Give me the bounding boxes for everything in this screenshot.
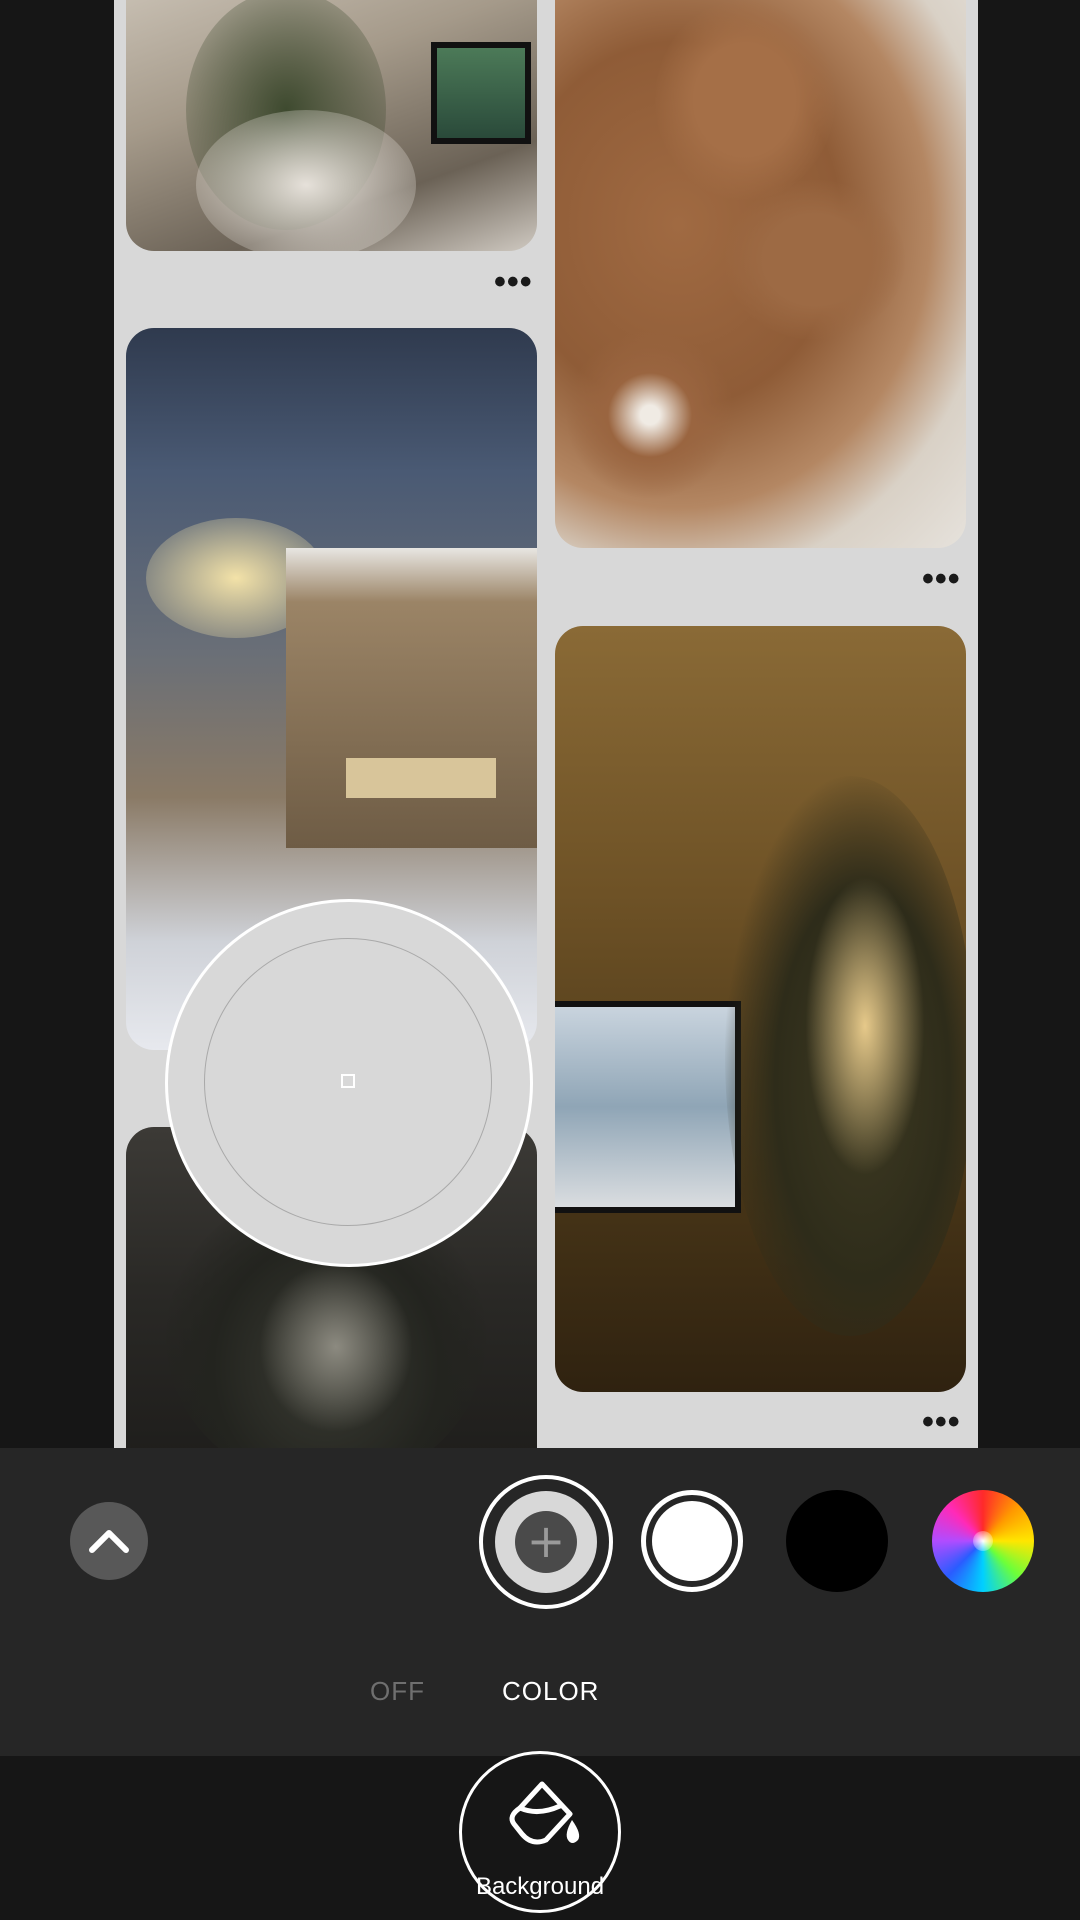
chevron-up-button[interactable] [70, 1502, 148, 1580]
crosshair-target-icon [341, 1074, 355, 1088]
pin-menu-icon[interactable]: ••• [922, 562, 961, 596]
plus-icon: + [526, 1514, 566, 1568]
black-color-swatch[interactable] [786, 1490, 888, 1592]
mode-off-tab[interactable]: OFF [370, 1676, 425, 1707]
mode-color-tab[interactable]: COLOR [502, 1676, 599, 1707]
background-tool-label: Background [475, 1873, 605, 1900]
pin-menu-icon[interactable]: ••• [922, 1405, 961, 1439]
pin-image-living-room-tree[interactable] [555, 626, 966, 1392]
chevron-up-icon [89, 1530, 129, 1553]
white-color-swatch[interactable] [641, 1490, 743, 1592]
pin-menu-icon[interactable]: ••• [494, 265, 533, 299]
pin-image-cozy-room[interactable] [126, 0, 537, 251]
color-wheel-hub [973, 1531, 993, 1551]
add-color-swatch[interactable]: + [479, 1475, 613, 1609]
color-wheel-icon[interactable] [932, 1490, 1034, 1592]
pin-image-gingerbread[interactable] [555, 0, 966, 548]
white-swatch-fill [652, 1501, 732, 1581]
